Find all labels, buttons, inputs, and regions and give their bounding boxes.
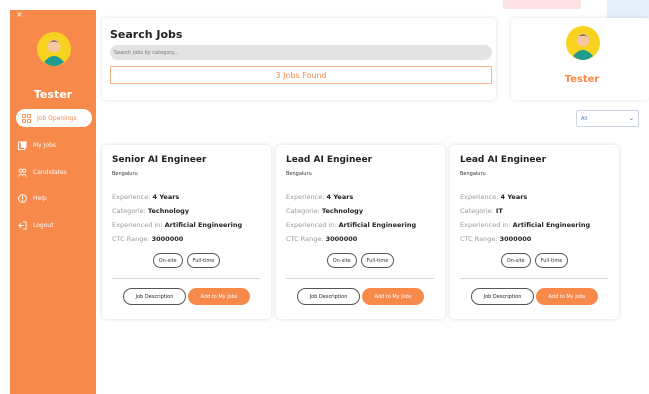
avatar [566,26,600,60]
sidebar-item-candidates[interactable]: Candidates [18,163,92,181]
sidebar: × Tester Job Openings My Jobs Candidates… [10,10,96,394]
sidebar-item-label: My Jobs [33,141,57,149]
job-actions: Job Description Add to My Jobs [102,288,271,305]
profile-card: Tester [511,18,649,100]
tag-full-time: Full-time [186,253,221,268]
sidebar-item-label: Logout [33,221,54,229]
sidebar-item-my-jobs[interactable]: My Jobs [18,136,92,154]
job-tags: On-site Full-time [450,253,619,268]
tag-on-site: On-site [326,253,357,268]
job-title: Lead AI Engineer [286,155,373,165]
search-panel: Search Jobs 3 Jobs Found [102,18,496,100]
add-to-my-jobs-button[interactable]: Add to My Jobs [188,288,250,305]
grid-icon [22,113,31,123]
search-title: Search Jobs [110,28,183,41]
avatar [37,32,71,66]
sidebar-item-label: Help [33,194,47,202]
job-experienced-in: Experienced in: Artificial Engineering [286,221,417,229]
tag-on-site: On-site [500,253,531,268]
job-category: Categorie: Technology [286,207,364,215]
info-icon [18,193,27,203]
close-icon[interactable]: × [16,10,23,19]
job-card: Senior AI Engineer Bengaluru Experience:… [102,145,271,319]
sidebar-item-label: Job Openings [37,114,77,122]
tag-full-time: Full-time [360,253,395,268]
divider [112,278,260,279]
add-to-my-jobs-button[interactable]: Add to My Jobs [362,288,424,305]
category-filter-select[interactable]: All ⌄ [576,110,639,127]
job-experience: Experience: 4 Years [460,193,528,201]
job-title: Lead AI Engineer [460,155,547,165]
job-title: Senior AI Engineer [112,155,207,165]
job-experience: Experience: 4 Years [286,193,354,201]
divider [286,278,434,279]
job-actions: Job Description Add to My Jobs [276,288,445,305]
logout-icon [18,220,27,230]
job-experienced-in: Experienced in: Artificial Engineering [112,221,243,229]
job-ctc-range: CTC Range: 3000000 [286,235,358,243]
filter-selected-value: All [581,115,588,122]
sidebar-item-label: Candidates [33,168,67,176]
divider [460,278,608,279]
tag-full-time: Full-time [534,253,569,268]
tag-on-site: On-site [152,253,183,268]
briefcase-icon [18,140,27,150]
job-actions: Job Description Add to My Jobs [450,288,619,305]
job-location: Bengaluru [460,171,486,177]
add-to-my-jobs-button[interactable]: Add to My Jobs [536,288,598,305]
job-location: Bengaluru [286,171,312,177]
job-card: Lead AI Engineer Bengaluru Experience: 4… [276,145,445,319]
job-experienced-in: Experienced in: Artificial Engineering [460,221,591,229]
sidebar-item-logout[interactable]: Logout [18,216,92,234]
job-card: Lead AI Engineer Bengaluru Experience: 4… [450,145,619,319]
job-experience: Experience: 4 Years [112,193,180,201]
chevron-down-icon: ⌄ [628,115,634,122]
decorative-block [503,0,581,9]
job-description-button[interactable]: Job Description [297,288,360,305]
job-tags: On-site Full-time [102,253,271,268]
job-tags: On-site Full-time [276,253,445,268]
sidebar-item-job-openings[interactable]: Job Openings [16,109,92,127]
job-category: Categorie: Technology [112,207,190,215]
job-location: Bengaluru [112,171,138,177]
decorative-block [607,0,649,18]
sidebar-user-name: Tester [33,88,73,101]
job-ctc-range: CTC Range: 3000000 [460,235,532,243]
sidebar-item-help[interactable]: Help [18,189,92,207]
search-input[interactable] [110,45,492,60]
users-icon [18,168,27,177]
profile-name: Tester [564,74,600,85]
job-description-button[interactable]: Job Description [471,288,534,305]
job-ctc-range: CTC Range: 3000000 [112,235,184,243]
job-description-button[interactable]: Job Description [123,288,186,305]
results-count: 3 Jobs Found [110,66,492,84]
job-category: Categorie: IT [460,207,503,215]
